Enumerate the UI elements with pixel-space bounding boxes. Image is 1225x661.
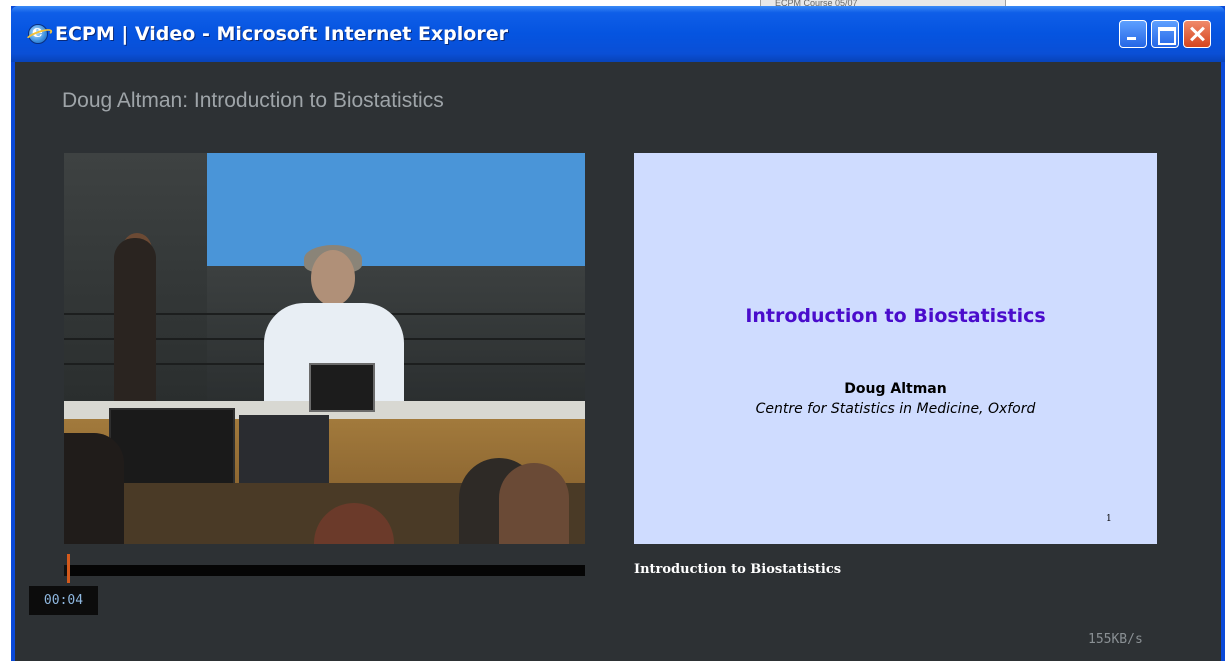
- slide-caption: Introduction to Biostatistics: [634, 562, 842, 577]
- internet-explorer-icon: [28, 22, 48, 44]
- video-frame-projection-screen: [207, 153, 585, 266]
- video-frame-laptop: [309, 363, 375, 412]
- video-frame-speaker-head: [311, 250, 355, 306]
- page-content: Doug Altman: Introduction to Biostatisti…: [15, 62, 1221, 661]
- slide-panel: Introduction to Biostatistics Doug Altma…: [634, 153, 1157, 544]
- video-frame-walking-person: [114, 238, 156, 408]
- time-display: 00:04: [29, 586, 98, 615]
- minimize-button[interactable]: [1119, 20, 1147, 48]
- slide-author: Doug Altman: [844, 381, 947, 397]
- video-frame-audience: [499, 463, 569, 544]
- slide-affiliation: Centre for Statistics in Medicine, Oxfor…: [755, 401, 1036, 417]
- video-player[interactable]: [64, 153, 585, 544]
- title-bar[interactable]: ECPM | Video - Microsoft Internet Explor…: [11, 6, 1225, 62]
- video-frame-audience: [64, 433, 124, 544]
- bandwidth-indicator: 155KB/s: [1088, 632, 1143, 647]
- slide-title: Introduction to Biostatistics: [745, 305, 1046, 327]
- page-title: Doug Altman: Introduction to Biostatisti…: [62, 89, 444, 112]
- seek-bar[interactable]: [64, 554, 585, 583]
- slide-number: 1: [1106, 514, 1112, 524]
- close-button[interactable]: [1183, 20, 1211, 48]
- maximize-button[interactable]: [1151, 20, 1179, 48]
- window-title: ECPM | Video - Microsoft Internet Explor…: [55, 23, 508, 45]
- seek-handle[interactable]: [67, 554, 70, 583]
- browser-window: ECPM | Video - Microsoft Internet Explor…: [11, 6, 1225, 661]
